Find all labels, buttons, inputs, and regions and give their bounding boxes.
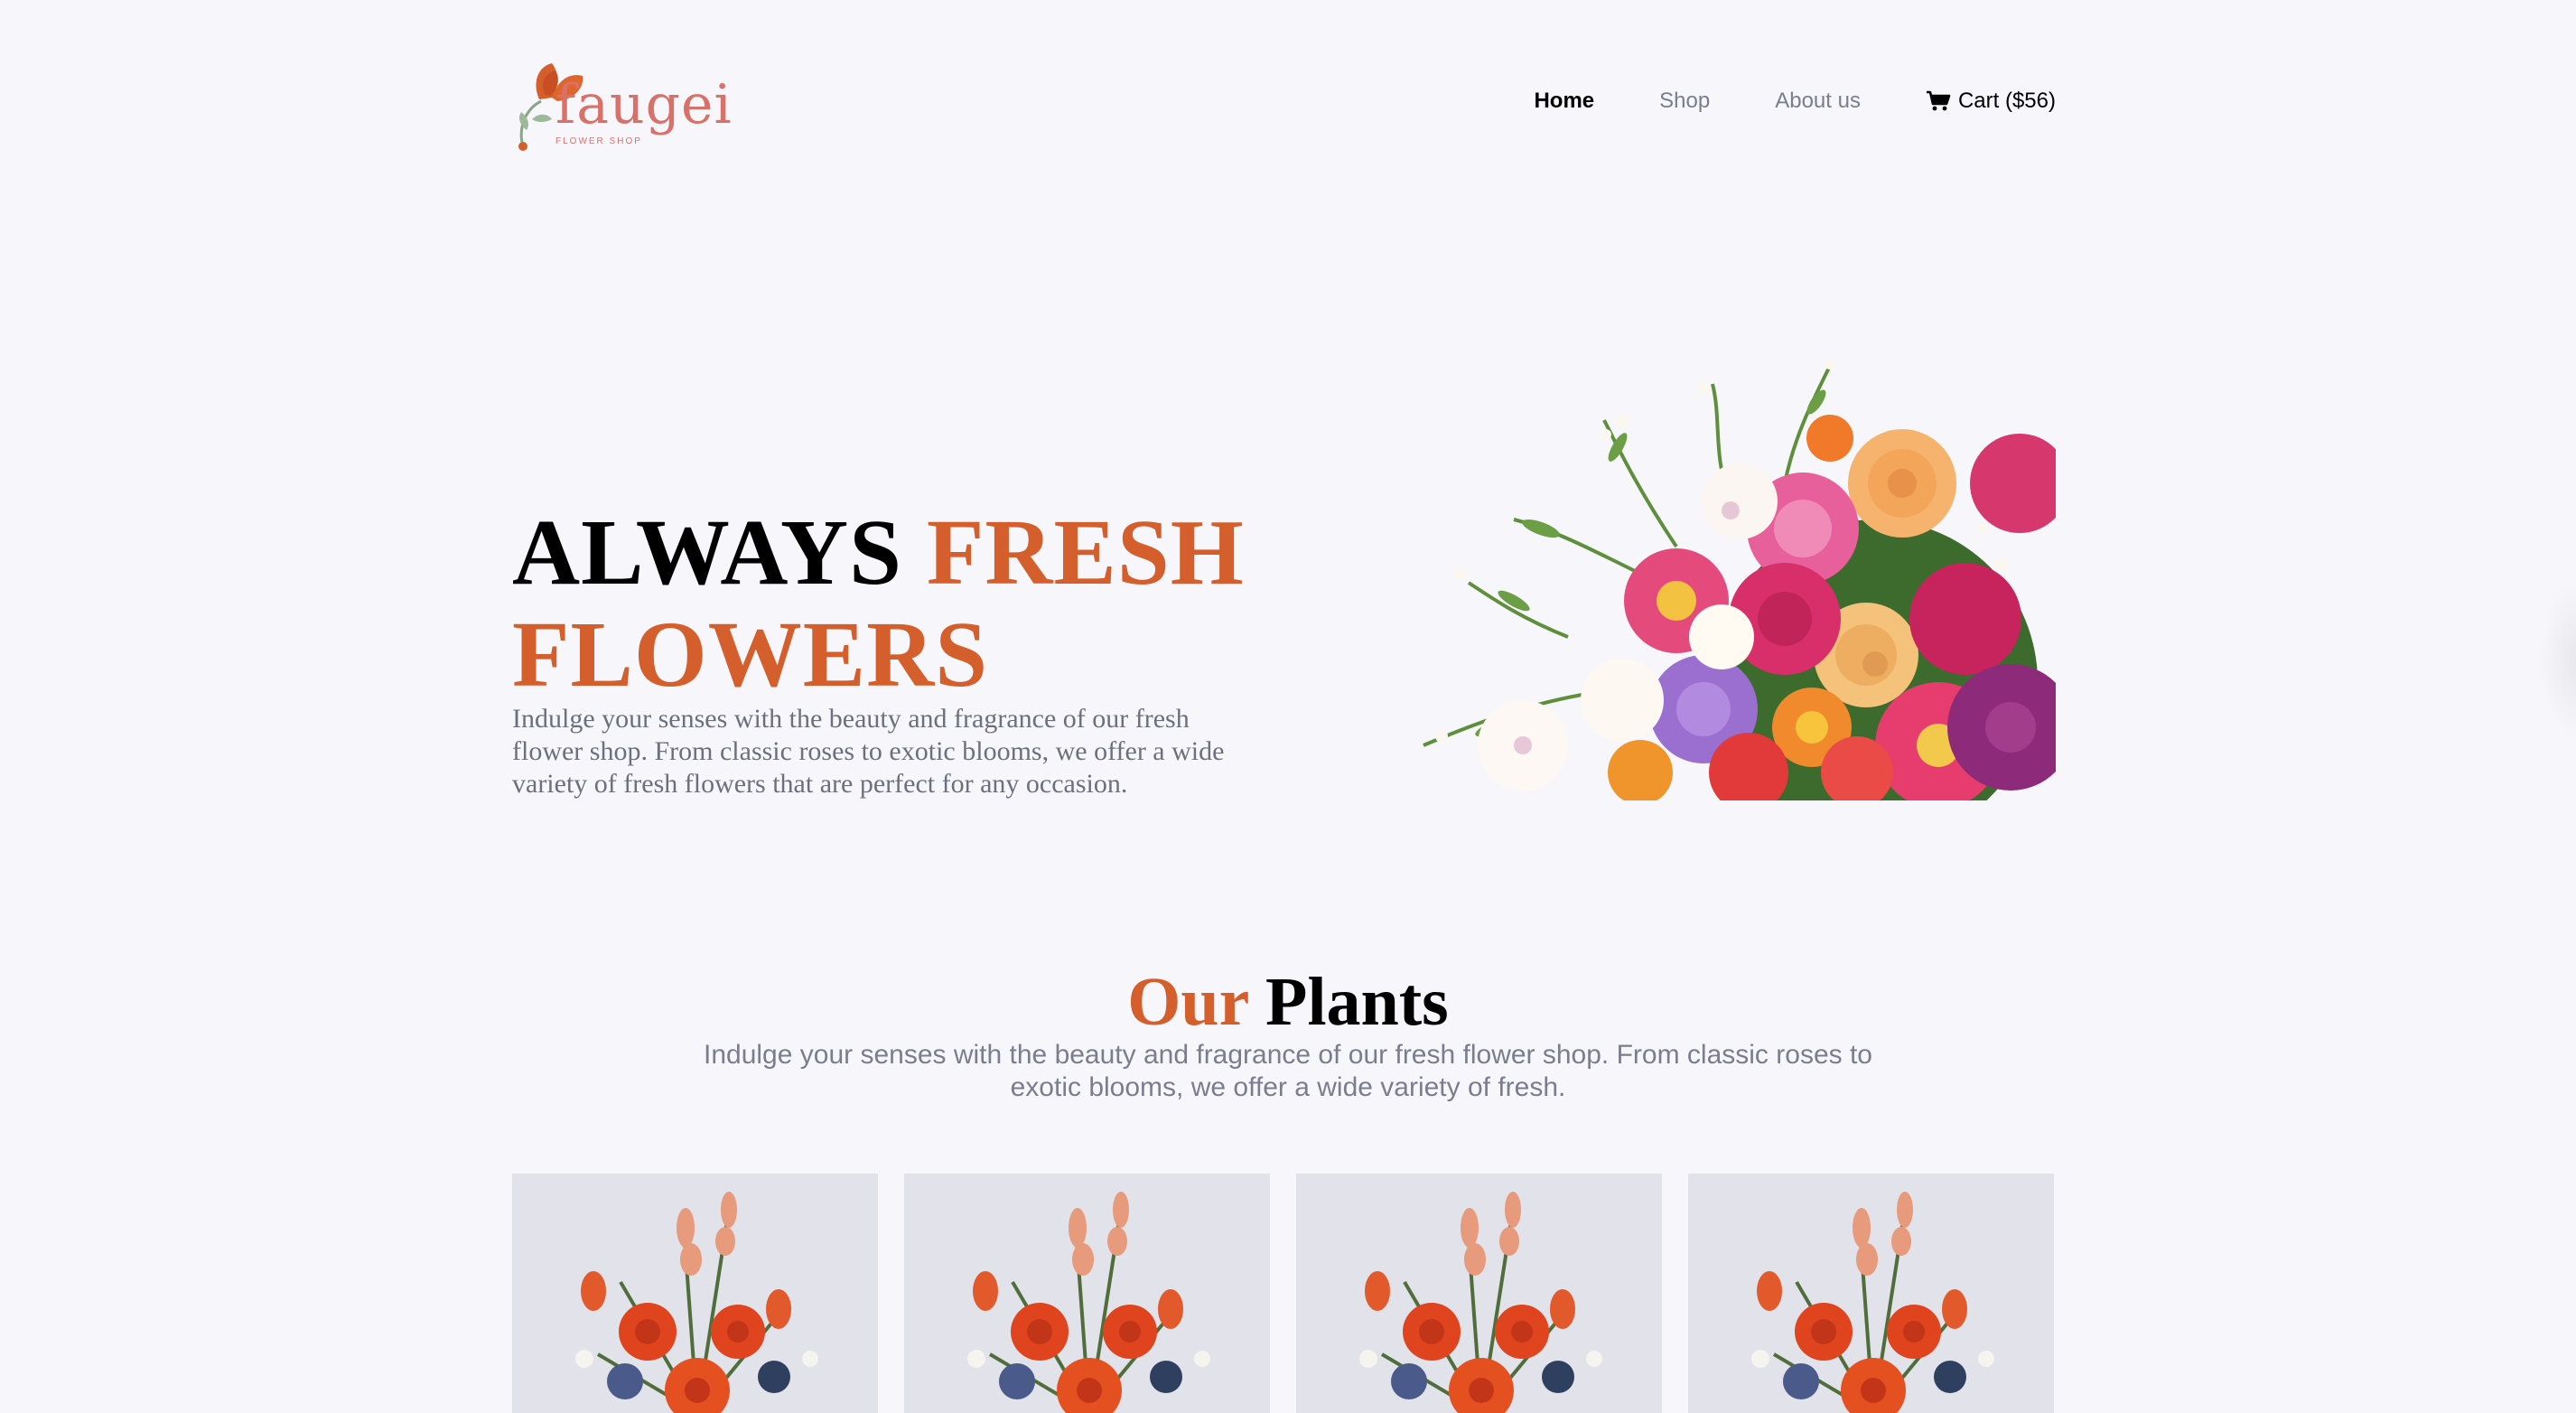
plant-card[interactable] bbox=[904, 1174, 1270, 1413]
logo-wordmark: faugei bbox=[555, 73, 733, 136]
flower-vase-image bbox=[1688, 1174, 2054, 1413]
section-title: Our Plants bbox=[0, 963, 2576, 1041]
nav-shop[interactable]: Shop bbox=[1659, 90, 1710, 112]
nav-about-us[interactable]: About us bbox=[1775, 90, 1861, 112]
plant-card[interactable] bbox=[1688, 1174, 2054, 1413]
logo-tagline: FLOWER SHOP bbox=[555, 136, 642, 146]
flower-vase-image bbox=[512, 1174, 878, 1413]
nav-home[interactable]: Home bbox=[1534, 90, 1594, 112]
flower-vase-image bbox=[904, 1174, 1270, 1413]
hero-description: Indulge your senses with the beauty and … bbox=[512, 704, 1225, 799]
page: faugei FLOWER SHOP Home Shop About us Ca… bbox=[0, 0, 2576, 1413]
site-header: faugei FLOWER SHOP Home Shop About us Ca… bbox=[512, 36, 2056, 154]
main-nav: Home Shop About us Cart ($56) bbox=[1534, 83, 2056, 119]
hero-title-part1: ALWAYS bbox=[512, 501, 927, 604]
cart-label: Cart ($56) bbox=[1957, 89, 2056, 113]
flower-bouquet-image bbox=[1405, 348, 2056, 800]
cart-button[interactable]: Cart ($56) bbox=[1926, 90, 2056, 112]
section-title-rest: Plants bbox=[1265, 964, 1449, 1040]
edge-shadow bbox=[2540, 578, 2576, 741]
plant-card[interactable] bbox=[512, 1174, 878, 1413]
plants-grid bbox=[512, 1174, 2056, 1413]
section-title-accent: Our bbox=[1127, 964, 1249, 1040]
cart-icon bbox=[1926, 90, 1951, 111]
logo[interactable]: faugei FLOWER SHOP bbox=[512, 36, 732, 154]
section-description: Indulge your senses with the beauty and … bbox=[704, 1040, 1872, 1102]
flower-vase-image bbox=[1296, 1174, 1662, 1413]
hero-title: ALWAYS FRESH FLOWERS bbox=[512, 501, 1325, 706]
plant-card[interactable] bbox=[1296, 1174, 1662, 1413]
